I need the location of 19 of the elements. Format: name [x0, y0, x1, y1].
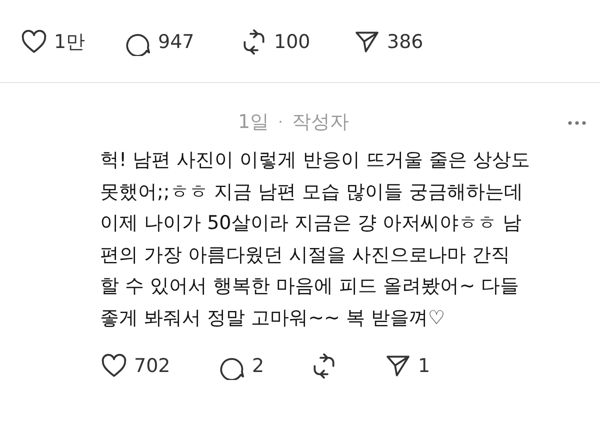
count: 2	[252, 355, 264, 377]
comment-text-line: 편의 가장 아름다웠던 시절을 사진으로나마 간직	[100, 242, 512, 268]
count: 1만	[54, 30, 86, 55]
comment-text-line: 좋게 봐줘서 정말 고마워~~ 복 받을껴♡	[100, 306, 446, 330]
count: 100	[274, 31, 310, 53]
count: 947	[158, 31, 194, 53]
author-label: 작성자	[292, 110, 349, 135]
comment-text-line: 못했어;;ㅎㅎ 지금 남편 모습 많이들 궁금해하는데	[100, 180, 524, 204]
timestamp: 1일	[238, 110, 270, 135]
heart-icon[interactable]	[100, 352, 128, 380]
more-icon[interactable]	[566, 120, 588, 126]
comment-text-line: 헉! 남편 사진이 이렇게 반응이 뜨거울 줄은 상상도	[100, 148, 531, 173]
count: 386	[387, 31, 424, 53]
count: 702	[134, 355, 170, 377]
count: 1	[418, 355, 430, 377]
comment-text-line: 이제 나이가 50살이라 지금은 걍 아저씨야ㅎㅎ 남	[100, 211, 522, 236]
heart-icon[interactable]	[20, 28, 48, 56]
separator: ·	[278, 113, 283, 131]
comment-text-line: 할 수 있어서 행복한 마음에 피드 올려봤어~ 다들	[100, 274, 520, 299]
